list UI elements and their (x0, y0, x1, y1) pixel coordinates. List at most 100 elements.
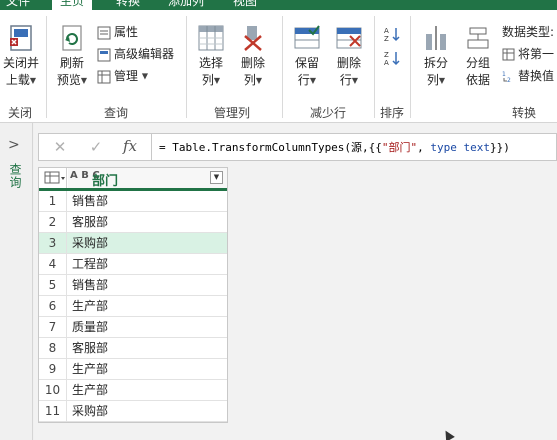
group-by-button[interactable]: 分组 依据 (460, 24, 496, 89)
cell-department[interactable]: 销售部 (72, 275, 108, 295)
remove-rows-label-2: 行 (339, 73, 352, 87)
split-column-label-1: 拆分 (423, 56, 448, 70)
manage-label: 管理 (114, 69, 139, 83)
cell-department[interactable]: 生产部 (72, 296, 108, 316)
row-number[interactable]: 3 (39, 233, 67, 253)
advanced-editor-button[interactable]: 高级编辑器 (97, 46, 174, 62)
remove-rows-label-1: 删除 (336, 56, 361, 70)
replace-values-button[interactable]: 1 2 替换值 (502, 68, 554, 84)
main-area: ✕ ✓ fx = Table.TransformColumnTypes(源,{{… (34, 123, 557, 440)
cell-department[interactable]: 工程部 (72, 254, 108, 274)
group-label-transform: 转换 (512, 106, 537, 120)
row-number[interactable]: 8 (39, 338, 67, 358)
row-number[interactable]: 7 (39, 317, 67, 337)
chevron-down-icon: ▼ (141, 71, 148, 81)
remove-rows-button[interactable]: 删除 行▼ (330, 24, 368, 89)
table-row[interactable]: 4 工程部 (39, 254, 227, 275)
refresh-preview-button[interactable]: 刷新 预览▼ (52, 24, 92, 89)
table-row[interactable]: 9 生产部 (39, 359, 227, 380)
table-row[interactable]: 5 销售部 (39, 275, 227, 296)
use-first-row-button[interactable]: 将第一 (502, 46, 554, 62)
formula-type-name: text (463, 141, 491, 154)
row-number[interactable]: 10 (39, 380, 67, 400)
row-number[interactable]: 11 (39, 401, 67, 421)
sort-descending-icon: ZA (384, 51, 400, 67)
chevron-down-icon: ▼ (351, 76, 359, 85)
remove-columns-button[interactable]: 删除 列▼ (234, 24, 272, 89)
remove-rows-icon (336, 27, 362, 49)
data-type-dropdown[interactable]: 数据类型: (502, 24, 554, 40)
formula-bar: ✕ ✓ fx = Table.TransformColumnTypes(源,{{… (38, 133, 557, 161)
chevron-right-icon[interactable]: > (8, 137, 20, 153)
tab-home[interactable]: 主页 (52, 0, 93, 10)
properties-button[interactable]: 属性 (97, 24, 138, 40)
tab-transform[interactable]: 转换 (116, 0, 140, 10)
tab-add-column[interactable]: 添加列 (168, 0, 204, 10)
row-number[interactable]: 4 (39, 254, 67, 274)
cell-department[interactable]: 质量部 (72, 317, 108, 337)
table-row[interactable]: 10 生产部 (39, 380, 227, 401)
cell-department[interactable]: 销售部 (72, 191, 108, 211)
column-header-department[interactable]: A B C 部门 ▼ (68, 168, 227, 189)
svg-text:2: 2 (507, 77, 511, 83)
row-number[interactable]: 9 (39, 359, 67, 379)
row-number[interactable]: 2 (39, 212, 67, 232)
svg-text:A: A (384, 59, 389, 66)
tab-file[interactable]: 文件 (6, 0, 30, 10)
replace-values-label: 替换值 (518, 69, 555, 83)
refresh-preview-label-2: 预览 (56, 73, 81, 87)
chevron-down-icon: ▼ (309, 76, 317, 85)
choose-columns-label-2: 列 (201, 73, 214, 87)
manage-button[interactable]: 管理 ▼ (97, 68, 148, 85)
cell-department[interactable]: 采购部 (72, 233, 108, 253)
table-row[interactable]: 11 采购部 (39, 401, 227, 422)
cell-department[interactable]: 客服部 (72, 212, 108, 232)
formula-input[interactable]: = Table.TransformColumnTypes(源,{{"部门", t… (159, 139, 510, 155)
commit-formula-button[interactable]: ✓ (85, 138, 107, 156)
formula-divider (151, 134, 152, 160)
sort-ascending-button[interactable]: AZ (384, 26, 400, 46)
keep-rows-label-2: 行 (297, 73, 310, 87)
chevron-down-icon: ▼ (80, 76, 88, 85)
refresh-preview-label-1: 刷新 (59, 56, 84, 70)
svg-text:Z: Z (384, 51, 389, 59)
table-row[interactable]: 2 客服部 (39, 212, 227, 233)
table-menu-button[interactable] (39, 168, 67, 188)
cell-department[interactable]: 生产部 (72, 380, 108, 400)
cell-department[interactable]: 生产部 (72, 359, 108, 379)
keep-rows-icon (294, 25, 320, 49)
ribbon-separator (186, 16, 187, 118)
table-row[interactable]: 7 质量部 (39, 317, 227, 338)
filter-dropdown-icon[interactable]: ▼ (210, 171, 223, 184)
formula-space (457, 141, 464, 154)
cell-department[interactable]: 采购部 (72, 401, 108, 421)
use-first-row-label: 将第一 (518, 47, 555, 61)
cell-department[interactable]: 客服部 (72, 338, 108, 358)
sort-descending-button[interactable]: ZA (384, 50, 400, 70)
keep-rows-button[interactable]: 保留 行▼ (288, 24, 326, 89)
replace-values-icon: 12 (502, 71, 511, 83)
split-column-button[interactable]: 拆分 列▼ (416, 24, 456, 89)
row-number[interactable]: 1 (39, 191, 67, 211)
queries-pane-label[interactable]: 查询 (7, 163, 24, 189)
row-number[interactable]: 5 (39, 275, 67, 295)
remove-columns-icon (244, 26, 262, 51)
choose-columns-button[interactable]: 选择 列▼ (192, 24, 230, 89)
choose-columns-icon (198, 25, 224, 51)
fx-icon[interactable]: fx (123, 137, 137, 155)
table-row[interactable]: 1 销售部 (39, 191, 227, 212)
ribbon-tab-strip: 文件 主页 转换 添加列 视图 (0, 0, 557, 10)
tab-view[interactable]: 视图 (233, 0, 257, 10)
formula-prefix: = Table.TransformColumnTypes(源,{{ (159, 141, 382, 154)
close-and-load-button[interactable]: 关闭并 上载▼ (0, 24, 42, 89)
cancel-formula-button[interactable]: ✕ (49, 138, 71, 156)
table-row[interactable]: 6 生产部 (39, 296, 227, 317)
table-row[interactable]: 8 客服部 (39, 338, 227, 359)
chevron-down-icon: ▼ (255, 76, 263, 85)
properties-label: 属性 (114, 25, 139, 39)
table-row[interactable]: 3 采购部 (39, 233, 227, 254)
row-number[interactable]: 6 (39, 296, 67, 316)
svg-text:1: 1 (502, 71, 506, 78)
keep-rows-label-1: 保留 (294, 56, 319, 70)
sort-ascending-icon: AZ (384, 27, 400, 43)
